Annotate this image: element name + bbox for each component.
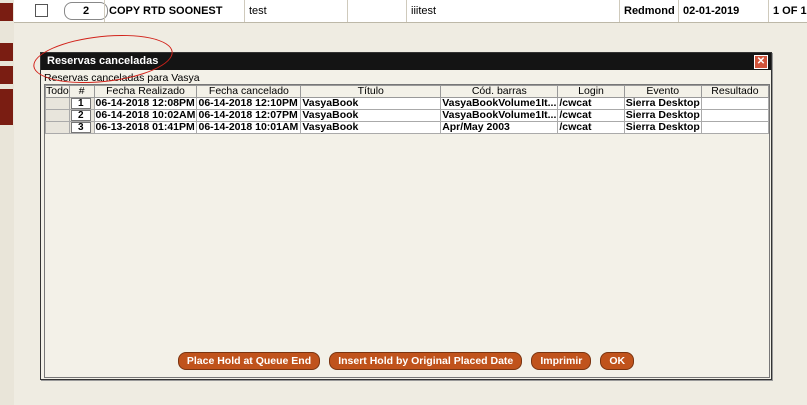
row-number-cell: 3	[68, 121, 95, 134]
table-row[interactable]: 2 06-14-2018 10:02AM 06-14-2018 12:07PM …	[45, 109, 770, 122]
cell-resultado	[700, 121, 770, 134]
row-col3: test	[244, 0, 347, 22]
cell-evento: Sierra Desktop	[623, 97, 702, 110]
row-location: Redmond	[619, 0, 680, 22]
cancelled-holds-table-wrap: Todo # Fecha Realizado Fecha cancelado T…	[44, 84, 770, 378]
col-header-cod-barras[interactable]: Cód. barras	[440, 85, 559, 98]
row-checkbox[interactable]	[35, 4, 48, 17]
cell-fecha-cancelado: 06-14-2018 12:07PM	[196, 109, 302, 122]
dialog-subtitle: Reservas canceladas para Vasya	[44, 72, 200, 84]
row-col4	[347, 0, 408, 22]
col-header-number[interactable]: #	[68, 85, 95, 98]
table-row[interactable]: 1 06-14-2018 12:08PM 06-14-2018 12:10PM …	[45, 97, 770, 110]
row-col5: iiitest	[406, 0, 621, 22]
hold-list-row[interactable]: 2 COPY RTD SOONEST test iiitest Redmond …	[14, 0, 807, 23]
row-date: 02-01-2019	[678, 0, 757, 22]
table-header-row: Todo # Fecha Realizado Fecha cancelado T…	[45, 85, 770, 98]
cell-cod-barras: VasyaBookVolume1It...	[440, 97, 559, 110]
todo-checkbox[interactable]	[45, 97, 70, 110]
cell-login: /cwcat	[557, 97, 625, 110]
left-nav-tab[interactable]	[0, 107, 13, 125]
row-number-cell: 1	[68, 97, 95, 110]
close-icon[interactable]: ✕	[754, 55, 768, 69]
col-header-titulo[interactable]: Título	[300, 85, 442, 98]
cell-resultado	[700, 97, 770, 110]
col-header-login[interactable]: Login	[557, 85, 625, 98]
cell-evento: Sierra Desktop	[623, 109, 702, 122]
cell-resultado	[700, 109, 770, 122]
cell-fecha-realizado: 06-13-2018 01:41PM	[93, 121, 198, 134]
cell-login: /cwcat	[557, 109, 625, 122]
todo-checkbox[interactable]	[45, 121, 70, 134]
left-nav-tab[interactable]	[0, 3, 13, 21]
dialog-button-bar: Place Hold at Queue End Insert Hold by O…	[41, 352, 771, 370]
cell-login: /cwcat	[557, 121, 625, 134]
left-nav-tab[interactable]	[0, 89, 13, 107]
ok-button[interactable]: OK	[600, 352, 635, 370]
col-header-todo[interactable]: Todo	[45, 85, 70, 98]
row-number-button[interactable]: 2	[70, 110, 91, 121]
cell-cod-barras: Apr/May 2003	[440, 121, 559, 134]
row-title: COPY RTD SOONEST	[104, 0, 245, 22]
col-header-fecha-cancelado[interactable]: Fecha cancelado	[196, 85, 302, 98]
insert-hold-button[interactable]: Insert Hold by Original Placed Date	[329, 352, 523, 370]
cell-fecha-cancelado: 06-14-2018 12:10PM	[196, 97, 302, 110]
row-number-button[interactable]: 2	[64, 2, 108, 20]
col-header-fecha-realizado[interactable]: Fecha Realizado	[93, 85, 198, 98]
left-nav-strip	[0, 0, 15, 405]
cancelled-holds-table: Todo # Fecha Realizado Fecha cancelado T…	[45, 85, 770, 134]
place-hold-button[interactable]: Place Hold at Queue End	[177, 352, 321, 370]
cancelled-holds-dialog: Reservas canceladas ✕ Reservas cancelada…	[40, 52, 772, 380]
cell-titulo: VasyaBook	[300, 109, 442, 122]
cell-evento: Sierra Desktop	[623, 121, 702, 134]
cell-cod-barras: VasyaBookVolume1It...	[440, 109, 559, 122]
imprimir-button[interactable]: Imprimir	[531, 352, 592, 370]
todo-checkbox[interactable]	[45, 109, 70, 122]
dialog-title: Reservas canceladas	[47, 55, 159, 67]
col-header-resultado[interactable]: Resultado	[700, 85, 770, 98]
dialog-title-bar[interactable]: Reservas canceladas ✕	[41, 53, 771, 70]
cell-titulo: VasyaBook	[300, 121, 442, 134]
table-row[interactable]: 3 06-13-2018 01:41PM 06-14-2018 10:01AM …	[45, 121, 770, 134]
row-page-indicator: 1 OF 1 H	[768, 0, 807, 22]
row-number-button[interactable]: 3	[70, 122, 91, 133]
cell-fecha-realizado: 06-14-2018 12:08PM	[93, 97, 198, 110]
cell-fecha-realizado: 06-14-2018 10:02AM	[93, 109, 198, 122]
cell-fecha-cancelado: 06-14-2018 10:01AM	[196, 121, 302, 134]
cell-titulo: VasyaBook	[300, 97, 442, 110]
left-nav-tab[interactable]	[0, 43, 13, 61]
row-number-cell: 2	[68, 109, 95, 122]
left-nav-tab[interactable]	[0, 66, 13, 84]
row-number-button[interactable]: 1	[70, 98, 91, 109]
col-header-evento[interactable]: Evento	[623, 85, 702, 98]
